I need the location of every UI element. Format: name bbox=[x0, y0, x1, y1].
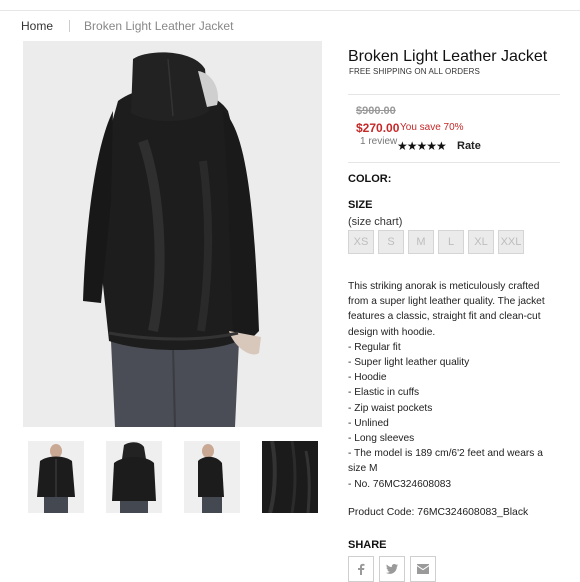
feature-item: - Unlined bbox=[348, 417, 389, 429]
rate-link[interactable]: Rate bbox=[457, 140, 481, 152]
product-title: Broken Light Leather Jacket bbox=[348, 48, 548, 65]
breadcrumb-home-link[interactable]: Home bbox=[21, 19, 53, 33]
divider bbox=[348, 94, 560, 95]
thumbnail-back-image bbox=[106, 441, 162, 513]
share-label: SHARE bbox=[348, 539, 387, 551]
original-price: $900.00 bbox=[356, 105, 396, 117]
sale-price: $270.00 bbox=[356, 121, 400, 135]
savings-text: You save 70% bbox=[400, 122, 464, 133]
size-chart-link[interactable]: (size chart) bbox=[348, 216, 402, 228]
email-icon bbox=[417, 564, 429, 574]
feature-item: - Long sleeves bbox=[348, 433, 415, 445]
thumbnail-front-image bbox=[28, 441, 84, 513]
thumbnail-front[interactable] bbox=[28, 441, 84, 513]
size-options: XS S M L XL XXL bbox=[348, 230, 524, 254]
free-shipping-note: FREE SHIPPING ON ALL ORDERS bbox=[349, 67, 480, 76]
size-option-m[interactable]: M bbox=[408, 230, 434, 254]
size-option-xl[interactable]: XL bbox=[468, 230, 494, 254]
breadcrumb-current: Broken Light Leather Jacket bbox=[84, 19, 234, 33]
size-label: SIZE bbox=[348, 199, 373, 211]
size-option-xxl[interactable]: XXL bbox=[498, 230, 524, 254]
feature-item: - Regular fit bbox=[348, 341, 401, 353]
share-twitter-button[interactable] bbox=[379, 556, 405, 582]
thumbnail-side[interactable] bbox=[184, 441, 240, 513]
thumbnail-detail-image bbox=[262, 441, 318, 513]
feature-item: - Super light leather quality bbox=[348, 357, 470, 369]
share-buttons bbox=[348, 556, 436, 582]
product-code: Product Code: 76MC324608083_Black bbox=[348, 507, 529, 518]
main-product-image[interactable] bbox=[23, 41, 322, 427]
product-description: This striking anorak is meticulously cra… bbox=[348, 279, 560, 492]
feature-item: - The model is 189 cm/6'2 feet and wears… bbox=[348, 448, 543, 475]
feature-item: - Zip waist pockets bbox=[348, 402, 433, 414]
review-count-link[interactable]: 1 review bbox=[360, 136, 397, 147]
twitter-icon bbox=[386, 564, 398, 574]
breadcrumb: Home Broken Light Leather Jacket bbox=[21, 19, 233, 33]
feature-item: - No. 76MC324608083 bbox=[348, 478, 452, 490]
thumbnail-back-hood[interactable] bbox=[106, 441, 162, 513]
share-facebook-button[interactable] bbox=[348, 556, 374, 582]
top-divider bbox=[0, 10, 580, 11]
size-option-xs[interactable]: XS bbox=[348, 230, 374, 254]
thumbnail-detail[interactable] bbox=[262, 441, 318, 513]
divider bbox=[348, 162, 560, 163]
facebook-icon bbox=[358, 563, 365, 575]
feature-item: - Elastic in cuffs bbox=[348, 387, 420, 399]
feature-item: - Hoodie bbox=[348, 372, 387, 384]
jacket-back-view-image bbox=[23, 41, 322, 427]
color-label: COLOR: bbox=[348, 173, 392, 185]
share-email-button[interactable] bbox=[410, 556, 436, 582]
size-option-s[interactable]: S bbox=[378, 230, 404, 254]
breadcrumb-separator bbox=[69, 20, 71, 32]
description-text: This striking anorak is meticulously cra… bbox=[348, 281, 545, 338]
size-option-l[interactable]: L bbox=[438, 230, 464, 254]
rating-stars[interactable]: ★★★★★ bbox=[397, 139, 447, 153]
thumbnail-side-image bbox=[184, 441, 240, 513]
